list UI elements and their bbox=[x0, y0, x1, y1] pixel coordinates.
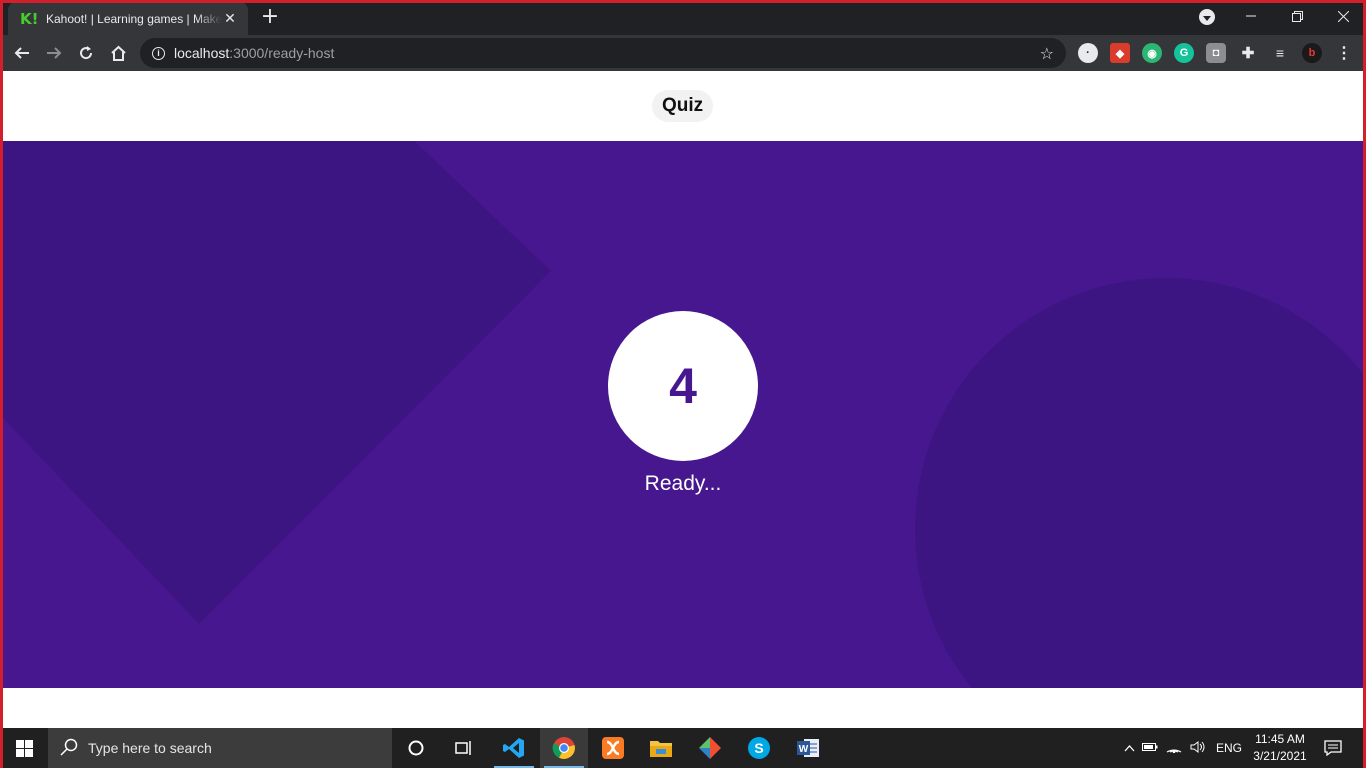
vscode-icon bbox=[503, 738, 524, 758]
forward-arrow-icon bbox=[47, 47, 62, 59]
countdown-stage: 4 Ready... bbox=[3, 141, 1363, 688]
back-button[interactable] bbox=[8, 40, 36, 66]
forward-button[interactable] bbox=[40, 40, 68, 66]
volume-icon[interactable] bbox=[1186, 740, 1210, 756]
search-icon bbox=[60, 738, 78, 756]
windows-logo-icon bbox=[15, 739, 33, 757]
page-viewport: Quiz 4 Ready... bbox=[3, 71, 1363, 728]
extension-green-ring-icon[interactable]: ◉ bbox=[1142, 43, 1162, 63]
clock-time: 11:45 AM bbox=[1255, 732, 1305, 746]
reload-button[interactable] bbox=[72, 40, 100, 66]
git-taskbar-button[interactable] bbox=[686, 728, 734, 768]
svg-text:S: S bbox=[754, 740, 763, 756]
taskbar-clock[interactable]: 11:45 AM 3/21/2021 bbox=[1250, 731, 1310, 765]
ready-status-text: Ready... bbox=[644, 472, 722, 495]
decor-diamond-shape bbox=[3, 141, 551, 624]
xampp-taskbar-button[interactable] bbox=[589, 728, 637, 768]
language-indicator[interactable]: ENG bbox=[1210, 741, 1248, 755]
restore-icon[interactable] bbox=[1274, 0, 1320, 32]
start-button[interactable] bbox=[0, 728, 48, 768]
battery-icon[interactable] bbox=[1138, 741, 1162, 755]
taskbar-search-box[interactable]: Type here to search bbox=[48, 728, 392, 768]
word-icon: W bbox=[797, 739, 819, 757]
tab-title: Kahoot! | Learning games | Make learning… bbox=[46, 11, 222, 26]
word-taskbar-button[interactable]: W bbox=[784, 728, 832, 768]
notification-icon bbox=[1324, 740, 1342, 756]
task-view-button[interactable] bbox=[440, 728, 488, 768]
camera-extension-icon[interactable]: ◘ bbox=[1206, 43, 1226, 63]
browser-toolbar: i localhost :3000/ready-host ☆ · ◆ ◉ G ◘… bbox=[0, 35, 1366, 71]
bookmark-star-icon[interactable]: ☆ bbox=[1040, 44, 1054, 63]
kahoot-favicon-icon: K! bbox=[20, 9, 39, 28]
tab-search-dropdown-icon[interactable] bbox=[1199, 9, 1215, 25]
chrome-icon bbox=[552, 737, 575, 759]
search-placeholder: Type here to search bbox=[88, 740, 212, 756]
windows-taskbar: Type here to search S W ENG 11:45 AM 3/2… bbox=[0, 728, 1366, 768]
back-arrow-icon bbox=[14, 47, 29, 59]
cortana-circle-icon bbox=[408, 740, 424, 756]
wifi-icon[interactable] bbox=[1162, 741, 1186, 756]
close-window-icon[interactable] bbox=[1320, 0, 1366, 32]
quiz-title-pill: Quiz bbox=[652, 90, 714, 122]
vscode-taskbar-button[interactable] bbox=[490, 728, 538, 768]
site-info-icon[interactable]: i bbox=[152, 46, 165, 60]
clock-date: 3/21/2021 bbox=[1253, 749, 1307, 763]
extension-red-icon[interactable]: ◆ bbox=[1110, 43, 1130, 63]
profile-avatar[interactable]: b bbox=[1302, 43, 1322, 63]
chevron-up-icon[interactable] bbox=[1120, 741, 1138, 755]
page-footer bbox=[3, 688, 1363, 728]
home-icon bbox=[110, 45, 126, 61]
minimize-icon[interactable] bbox=[1228, 0, 1274, 32]
system-tray: ENG bbox=[1120, 728, 1248, 768]
grammarly-icon[interactable]: G bbox=[1174, 43, 1194, 63]
address-bar[interactable]: i localhost :3000/ready-host ☆ bbox=[140, 38, 1066, 68]
file-explorer-taskbar-button[interactable] bbox=[637, 728, 685, 768]
new-tab-button[interactable]: + bbox=[258, 6, 282, 30]
tab-close-icon[interactable]: ✕ bbox=[222, 10, 238, 27]
chrome-taskbar-button[interactable] bbox=[540, 728, 588, 768]
folder-icon bbox=[650, 741, 672, 757]
extension-circle-icon[interactable]: · bbox=[1078, 43, 1098, 63]
task-view-icon bbox=[455, 741, 471, 755]
home-button[interactable] bbox=[104, 40, 132, 66]
skype-taskbar-button[interactable]: S bbox=[735, 728, 783, 768]
browser-titlebar: K! Kahoot! | Learning games | Make learn… bbox=[0, 0, 1366, 35]
browser-tab[interactable]: K! Kahoot! | Learning games | Make learn… bbox=[8, 2, 248, 35]
git-diamond-icon bbox=[699, 737, 721, 759]
skype-icon: S bbox=[748, 737, 770, 759]
action-center-button[interactable] bbox=[1310, 728, 1356, 768]
browser-menu-icon[interactable]: ⋮ bbox=[1334, 43, 1354, 63]
cortana-button[interactable] bbox=[392, 728, 440, 768]
url-path: :3000/ready-host bbox=[229, 45, 335, 61]
xampp-icon bbox=[602, 737, 624, 759]
countdown-number: 4 bbox=[669, 358, 697, 414]
page-header: Quiz bbox=[3, 71, 1363, 141]
countdown-circle: 4 bbox=[608, 311, 758, 461]
media-queue-icon[interactable]: ≡ bbox=[1270, 43, 1290, 63]
extensions-puzzle-icon[interactable]: ✚ bbox=[1238, 43, 1258, 63]
reload-icon bbox=[80, 46, 93, 60]
url-host: localhost bbox=[174, 45, 230, 61]
svg-text:W: W bbox=[799, 744, 809, 755]
